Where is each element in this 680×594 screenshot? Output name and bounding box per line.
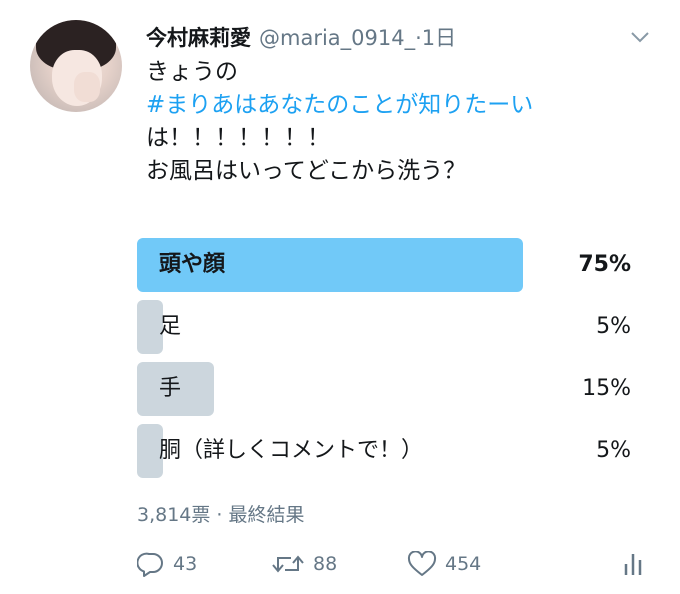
- reply-icon: [137, 552, 163, 577]
- retweet-button[interactable]: 88: [271, 546, 337, 582]
- poll-option: 頭や顔 75%: [137, 238, 637, 292]
- tweet-text-line: きょうの: [146, 59, 238, 85]
- tweet-text-line: は！！！！！！！: [146, 125, 330, 151]
- analytics-button[interactable]: [623, 546, 651, 582]
- like-count: 454: [445, 553, 482, 575]
- avatar-hand: [74, 72, 100, 102]
- retweet-count: 88: [313, 553, 338, 575]
- poll-option-percent: 75%: [578, 252, 631, 277]
- poll-option: 胴（詳しくコメントで！） 5%: [137, 424, 637, 478]
- chevron-down-icon[interactable]: [630, 30, 650, 44]
- poll-meta: 3,814票 · 最終結果: [137, 504, 305, 526]
- poll-option-percent: 15%: [582, 376, 631, 401]
- author-handle[interactable]: @maria_0914_·1日: [259, 22, 456, 52]
- tweet-text: きょうの #まりあはあなたのことが知りたーい は！！！！！！！ お風呂はいってど…: [146, 56, 646, 188]
- like-button[interactable]: 454: [407, 546, 481, 582]
- hashtag-link[interactable]: #まりあはあなたのことが知りたーい: [146, 89, 646, 122]
- tweet-header: 今村麻莉愛 @maria_0914_·1日: [146, 20, 456, 54]
- poll-option: 手 15%: [137, 362, 637, 416]
- poll-option-label: 手: [159, 376, 182, 401]
- tweet-text-line: お風呂はいってどこから洗う？: [146, 158, 467, 184]
- poll-option-percent: 5%: [596, 314, 631, 339]
- analytics-icon: [624, 554, 642, 575]
- reply-button[interactable]: 43: [137, 546, 197, 582]
- retweet-icon: [272, 555, 304, 573]
- poll: 頭や顔 75% 足 5% 手 15% 胴（詳しくコメントで！） 5%: [137, 238, 637, 486]
- poll-option: 足 5%: [137, 300, 637, 354]
- avatar[interactable]: [30, 20, 122, 112]
- poll-option-label: 頭や顔: [159, 252, 226, 277]
- poll-option-percent: 5%: [596, 438, 631, 463]
- reply-count: 43: [173, 553, 198, 575]
- action-bar: 43 88 454: [137, 546, 657, 582]
- like-icon: [407, 551, 437, 576]
- poll-option-label: 足: [159, 314, 182, 339]
- poll-option-label: 胴（詳しくコメントで！）: [159, 438, 424, 463]
- author-name[interactable]: 今村麻莉愛: [146, 22, 251, 52]
